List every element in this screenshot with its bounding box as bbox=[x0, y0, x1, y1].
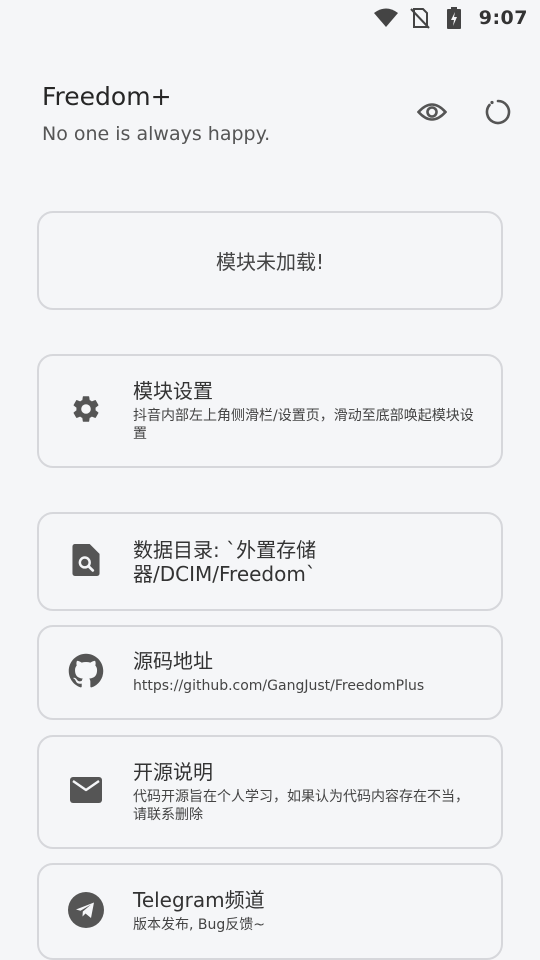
file-search-icon bbox=[72, 543, 100, 580]
telegram-channel-card[interactable]: Telegram频道 版本发布, Bug反馈~ bbox=[37, 863, 503, 960]
card-title: 数据目录: `外置存储器/DCIM/Freedom` bbox=[133, 537, 317, 586]
open-source-notice-card[interactable]: 开源说明 代码开源旨在个人学习，如果认为代码内容存在不当，请联系删除 bbox=[37, 735, 503, 849]
card-title: 源码地址 bbox=[133, 649, 213, 674]
source-code-card[interactable]: 源码地址 https://github.com/GangJust/Freedom… bbox=[37, 625, 503, 720]
battery-charging-icon bbox=[441, 5, 467, 31]
no-sim-icon bbox=[407, 5, 433, 31]
header-actions bbox=[410, 92, 520, 136]
module-status-card[interactable]: 模块未加载! bbox=[37, 211, 503, 310]
refresh-icon bbox=[484, 98, 512, 130]
module-settings-card[interactable]: 模块设置 抖音内部左上角侧滑栏/设置页，滑动至底部唤起模块设置 bbox=[37, 354, 503, 468]
card-title: Telegram频道 bbox=[133, 888, 265, 913]
refresh-button[interactable] bbox=[476, 92, 520, 136]
eye-icon bbox=[416, 101, 448, 127]
app-header: Freedom+ No one is always happy. bbox=[42, 82, 520, 162]
card-title: 模块设置 bbox=[133, 379, 213, 403]
telegram-icon bbox=[68, 891, 104, 932]
card-desc: 代码开源旨在个人学习，如果认为代码内容存在不当，请联系删除 bbox=[133, 789, 469, 823]
card-title: 开源说明 bbox=[133, 760, 213, 784]
github-icon bbox=[68, 653, 104, 693]
mail-icon bbox=[70, 777, 102, 807]
module-status-text: 模块未加载! bbox=[215, 250, 325, 274]
card-desc: https://github.com/GangJust/FreedomPlus bbox=[133, 678, 425, 695]
status-bar: 9:07 bbox=[0, 0, 540, 36]
gear-icon bbox=[70, 393, 102, 429]
status-time: 9:07 bbox=[478, 7, 528, 29]
card-desc: 版本发布, Bug反馈~ bbox=[133, 917, 265, 934]
card-desc: 抖音内部左上角侧滑栏/设置页，滑动至底部唤起模块设置 bbox=[133, 408, 474, 442]
wifi-icon bbox=[373, 5, 399, 31]
data-directory-card[interactable]: 数据目录: `外置存储器/DCIM/Freedom` bbox=[37, 512, 503, 611]
eye-button[interactable] bbox=[410, 92, 454, 136]
